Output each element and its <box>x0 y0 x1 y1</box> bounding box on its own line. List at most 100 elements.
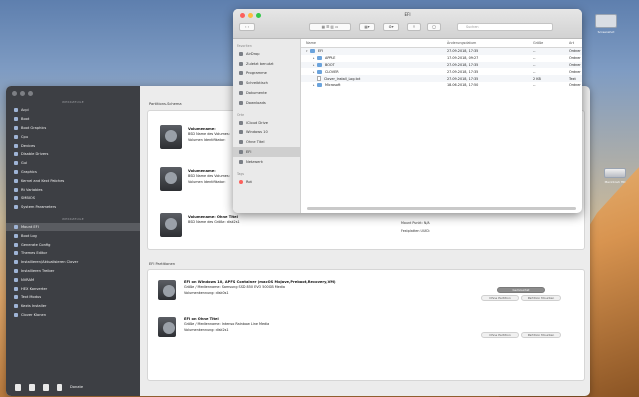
favorite-icon <box>239 91 243 96</box>
close-button[interactable] <box>12 91 17 96</box>
finder-sidebar-item[interactable]: EFI <box>233 147 300 157</box>
volume-info: Volumename: BSD Name des Volumes: Volume… <box>188 169 230 185</box>
minimize-button[interactable] <box>20 91 25 96</box>
finder-sidebar-item[interactable]: Rot <box>233 177 300 187</box>
share-icon[interactable]: ⇪ <box>407 23 421 31</box>
desktop-icon-macintosh-hd[interactable]: Macintosh HD <box>604 168 626 184</box>
share-icon[interactable] <box>57 383 62 391</box>
finder-sidebar-item[interactable]: Programme <box>233 69 300 79</box>
action-gear-icon[interactable]: ⚙▾ <box>383 23 399 31</box>
sidebar-tool-label: Text Modus <box>21 295 42 300</box>
sidebar-tool-item[interactable]: HEX Konverter <box>6 284 140 293</box>
file-icon[interactable] <box>15 383 21 391</box>
folder-icon <box>310 49 315 54</box>
finder-sidebar-item[interactable]: AirDrop <box>233 49 300 59</box>
file-kind: Ordner <box>569 56 581 61</box>
sidebar-item[interactable]: Boot Graphics <box>6 124 140 133</box>
sidebar-tool-item[interactable]: Generate Config <box>6 240 140 249</box>
volume-identifier: Volumen Identifikator: <box>188 179 226 184</box>
sidebar-item[interactable]: Gui <box>6 159 140 168</box>
settings-icon <box>14 178 18 183</box>
file-row[interactable]: ▸ BOOT 27.09.2018, 17:35 -- Ordner <box>301 61 582 69</box>
sidebar-item[interactable]: Cpu <box>6 132 140 141</box>
efi-disk-icon <box>158 317 176 337</box>
sidebar-item[interactable]: Devices <box>6 141 140 150</box>
sidebar-tool-item[interactable]: Boot Log <box>6 231 140 240</box>
file-size: -- <box>533 62 536 67</box>
mount-partition-button[interactable]: Partition Mounten <box>521 295 561 301</box>
partition-section-label: Partitions-Schema <box>149 102 182 106</box>
file-row[interactable]: ▾ EFI 27.09.2018, 17:35 -- Ordner <box>301 48 582 55</box>
sidebar: WERKZEUGE Acpi Boot Boot Graphics Cpu Device… <box>6 86 140 396</box>
file-row[interactable]: ▸ APPLE 17.09.2018, 09:27 -- Ordner <box>301 55 582 62</box>
horizontal-scrollbar[interactable] <box>307 207 576 210</box>
arrange-button[interactable]: ▦▾ <box>359 23 375 31</box>
finder-sidebar-item[interactable]: Ohne Titel <box>233 137 300 147</box>
column-name[interactable]: Name <box>301 41 447 45</box>
tag-icon[interactable]: ◯ <box>427 23 441 31</box>
file-row[interactable]: ▸ Microsoft 18.06.2018, 17:50 -- Ordner <box>301 82 582 89</box>
file-kind: Ordner <box>569 49 581 54</box>
desktop-icon-label: Screenshot <box>597 30 615 34</box>
sidebar-item[interactable]: Graphics <box>6 168 140 177</box>
efi-volume-id: Volumenkennung: disk2s1 <box>184 327 229 332</box>
sidebar-tool-item[interactable]: NVRAM <box>6 275 140 284</box>
unmount-button[interactable]: Ohne Partition <box>481 295 519 301</box>
file-name-cell: ▸ APPLE <box>301 56 447 61</box>
document-icon[interactable] <box>29 383 35 391</box>
sidebar-tool-item[interactable]: Mount EFI <box>6 222 140 232</box>
donate-button[interactable]: Donate <box>70 385 83 389</box>
search-field[interactable]: Suchen <box>457 23 553 31</box>
sidebar-item[interactable]: Rt Variables <box>6 185 140 194</box>
places-list: iCloud Drive Windows 10 Ohne Titel EFI Netzw… <box>233 118 300 167</box>
sidebar-tool-label: Themes Editor <box>21 251 48 256</box>
file-row[interactable]: ▸ CLOVER 27.09.2018, 17:35 -- Ordner <box>301 68 582 75</box>
unmount-button[interactable]: Ohne Partition <box>481 332 519 338</box>
column-kind[interactable]: Art <box>569 41 581 45</box>
column-date[interactable]: Änderungsdatum <box>447 41 533 45</box>
sidebar-item-label: Kernel and Kext Patches <box>21 178 65 183</box>
sidebar-item[interactable]: Disable Drivers <box>6 150 140 159</box>
column-size[interactable]: Größe <box>533 41 569 45</box>
file-name-cell: ▸ BOOT <box>301 62 447 67</box>
settings-icon <box>14 108 18 113</box>
sidebar-tool-label: Kexts Installer <box>21 304 47 309</box>
settings-icon <box>14 143 18 148</box>
finder-sidebar-item[interactable]: Netzwerk <box>233 157 300 167</box>
file-row[interactable]: Clover_Install_Log.txt 27.09.2018, 17:35 2… <box>301 75 582 82</box>
desktop-icon-screenshot[interactable]: Screenshot <box>595 14 617 34</box>
efi-panel: EFI on Windows 10, APFS Container (macOS… <box>147 269 585 381</box>
zoom-button[interactable] <box>28 91 33 96</box>
finder-sidebar-item[interactable]: Dokumente <box>233 88 300 98</box>
column-header: Name Änderungsdatum Größe Art <box>301 39 582 48</box>
sidebar-tool-item[interactable]: Installieren Treiber <box>6 267 140 276</box>
sidebar-tool-label: NVRAM <box>21 277 35 282</box>
sidebar-item[interactable]: Acpi <box>6 106 140 115</box>
folder-icon <box>317 69 322 74</box>
finder-sidebar-item[interactable]: Downloads <box>233 98 300 108</box>
home-icon[interactable] <box>43 383 49 391</box>
sidebar-item-label: System Parameters <box>21 205 57 210</box>
finder-sidebar-item[interactable]: Schreibtisch <box>233 78 300 88</box>
file-name: BOOT <box>325 62 335 67</box>
finder-sidebar-label: Downloads <box>246 100 266 105</box>
sidebar-item[interactable]: SMBIOS <box>6 194 140 203</box>
finder-sidebar-label: Rot <box>246 179 252 184</box>
sidebar-tool-label: Generate Config <box>21 242 51 247</box>
finder-sidebar-item[interactable]: Zuletzt benutzt <box>233 59 300 69</box>
settings-icon <box>14 169 18 174</box>
sidebar-tool-item[interactable]: Installieren/Aktualisieren Clover <box>6 258 140 267</box>
view-mode-switcher[interactable]: ▦ ☰ ▥ ▭ <box>309 23 351 31</box>
finder-sidebar-item[interactable]: iCloud Drive <box>233 118 300 128</box>
sidebar-item[interactable]: Kernel and Kext Patches <box>6 176 140 185</box>
mount-partition-button[interactable]: Partition Mounten <box>521 332 561 338</box>
sidebar-tool-item[interactable]: Kexts Installer <box>6 302 140 311</box>
sidebar-item[interactable]: Boot <box>6 115 140 124</box>
finder-sidebar-item[interactable]: Windows 10 <box>233 128 300 138</box>
sidebar-item[interactable]: System Parameters <box>6 203 140 212</box>
sidebar-tool-item[interactable]: Text Modus <box>6 293 140 302</box>
back-forward-buttons[interactable]: ‹ › <box>239 23 255 31</box>
sidebar-tool-item[interactable]: Clover Klonen <box>6 311 140 320</box>
sidebar-tool-item[interactable]: Themes Editor <box>6 249 140 258</box>
sidebar-tools-list: Mount EFI Boot Log Generate Config Themes E… <box>6 222 140 320</box>
